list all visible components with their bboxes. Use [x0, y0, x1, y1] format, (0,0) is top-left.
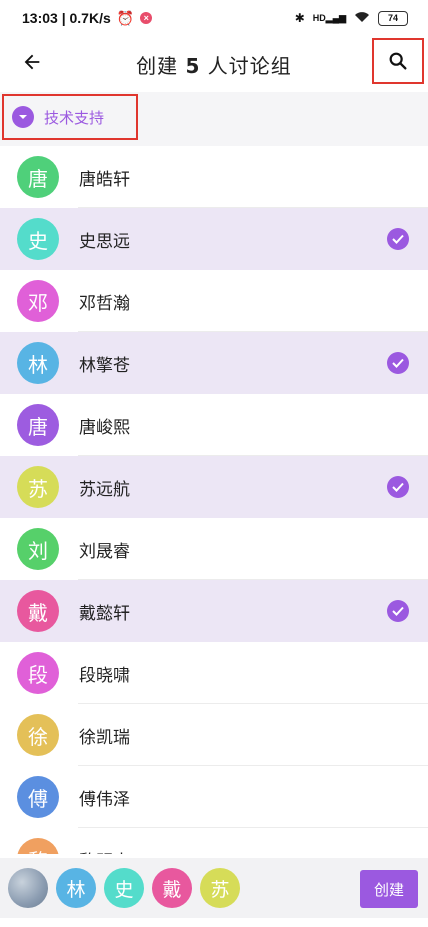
check-icon[interactable] — [387, 228, 409, 250]
picked-avatar[interactable]: 史 — [104, 868, 144, 908]
avatar: 徐 — [17, 714, 59, 756]
status-time: 13:03 | 0.7K/s — [22, 10, 111, 26]
avatar: 傅 — [17, 776, 59, 818]
contact-row[interactable]: 邓邓哲瀚 — [0, 270, 428, 332]
group-label: 技术支持 — [44, 108, 105, 127]
contact-row[interactable]: 史史思远 — [0, 208, 428, 270]
search-icon — [389, 52, 407, 70]
contact-name: 邓哲瀚 — [79, 293, 130, 314]
contact-list[interactable]: 唐唐皓轩史史思远邓邓哲瀚林林擎苍唐唐峻熙苏苏远航刘刘晟睿戴戴懿轩段段晓啸徐徐凯瑞… — [0, 146, 428, 854]
contact-row[interactable]: 苏苏远航 — [0, 456, 428, 518]
contact-row[interactable]: 唐唐皓轩 — [0, 146, 428, 208]
app-header: 创建 5 人讨论组 — [0, 36, 428, 92]
contact-name: 黎明杰 — [79, 847, 130, 855]
group-toggle-button[interactable]: 技术支持 — [2, 94, 138, 140]
check-icon[interactable] — [387, 600, 409, 622]
contact-row[interactable]: 徐徐凯瑞 — [0, 704, 428, 766]
contact-row[interactable]: 林林擎苍 — [0, 332, 428, 394]
avatar: 段 — [17, 652, 59, 694]
contact-row[interactable]: 刘刘晟睿 — [0, 518, 428, 580]
avatar: 黎 — [17, 838, 59, 854]
battery-indicator: 74 — [378, 10, 408, 26]
create-button[interactable]: 创建 — [360, 870, 418, 908]
chevron-down-icon — [12, 106, 34, 128]
contact-name: 唐峻熙 — [79, 417, 130, 438]
title-count: 5 — [185, 53, 201, 78]
contact-name: 徐凯瑞 — [79, 727, 130, 748]
check-icon[interactable] — [387, 352, 409, 374]
self-avatar — [8, 868, 48, 908]
group-header: 技术支持 — [0, 92, 428, 146]
contact-name: 戴懿轩 — [79, 603, 130, 624]
picked-avatars: 林史戴苏 — [56, 868, 240, 908]
picked-avatar[interactable]: 林 — [56, 868, 96, 908]
contact-name: 唐皓轩 — [79, 169, 130, 190]
picked-avatar[interactable]: 苏 — [200, 868, 240, 908]
picked-avatar[interactable]: 戴 — [152, 868, 192, 908]
page-title: 创建 5 人讨论组 — [136, 50, 292, 79]
contact-row[interactable]: 黎黎明杰 — [0, 828, 428, 854]
title-suffix: 人讨论组 — [200, 53, 292, 78]
title-prefix: 创建 — [136, 53, 186, 78]
avatar: 史 — [17, 218, 59, 260]
contact-name: 段晓啸 — [79, 665, 130, 686]
status-right: ✱ HD▂▄▆ 74 — [294, 10, 408, 26]
signal-label: HD — [312, 12, 326, 23]
contact-row[interactable]: 傅傅伟泽 — [0, 766, 428, 828]
avatar: 唐 — [17, 404, 59, 446]
nav-gesture-bar — [0, 918, 428, 927]
avatar: 刘 — [17, 528, 59, 570]
avatar: 林 — [17, 342, 59, 384]
notification-badge: × — [140, 12, 153, 24]
status-left: 13:03 | 0.7K/s ⏰ × — [22, 9, 153, 27]
search-button[interactable] — [372, 38, 424, 84]
status-bar: 13:03 | 0.7K/s ⏰ × ✱ HD▂▄▆ 74 — [0, 0, 428, 36]
contact-name: 苏远航 — [79, 479, 130, 500]
contact-row[interactable]: 唐唐峻熙 — [0, 394, 428, 456]
contact-row[interactable]: 戴戴懿轩 — [0, 580, 428, 642]
arrow-left-icon — [24, 54, 40, 70]
back-button[interactable] — [16, 46, 48, 78]
avatar: 唐 — [17, 156, 59, 198]
avatar: 苏 — [17, 466, 59, 508]
avatar: 邓 — [17, 280, 59, 322]
selection-bar: 林史戴苏 创建 — [0, 858, 428, 918]
contact-name: 林擎苍 — [79, 355, 130, 376]
wifi-icon — [354, 11, 370, 26]
signal-icon: HD▂▄▆ — [312, 12, 346, 23]
contact-name: 史思远 — [79, 231, 130, 252]
bluetooth-icon: ✱ — [294, 11, 305, 25]
avatar: 戴 — [17, 590, 59, 632]
contact-row[interactable]: 段段晓啸 — [0, 642, 428, 704]
contact-name: 傅伟泽 — [79, 789, 130, 810]
check-icon[interactable] — [387, 476, 409, 498]
contact-name: 刘晟睿 — [79, 541, 130, 562]
alarm-icon: ⏰ — [116, 9, 135, 26]
